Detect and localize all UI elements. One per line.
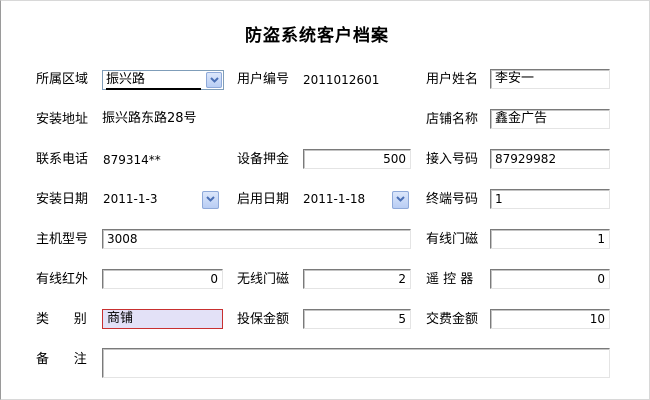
chevron-down-icon [210, 77, 219, 83]
insured-label: 投保金额 [237, 312, 290, 327]
shop-name-field[interactable]: 鑫金广告 [490, 109, 610, 129]
wireless-door-field[interactable]: 2 [303, 269, 411, 289]
district-value: 振兴路 [106, 72, 201, 90]
wired-ir-label: 有线红外 [36, 272, 89, 287]
wired-door-label: 有线门磁 [426, 232, 479, 247]
terminal-no-field[interactable]: 1 [490, 189, 610, 209]
deposit-field[interactable]: 500 [303, 149, 411, 169]
phone-value: 879314** [103, 153, 161, 167]
wireless-door-label: 无线门磁 [237, 272, 290, 287]
enable-date-label: 启用日期 [237, 192, 290, 207]
terminal-no-label: 终端号码 [426, 192, 479, 207]
host-model-label: 主机型号 [36, 232, 89, 247]
enable-date-dropdown-button[interactable] [392, 191, 409, 209]
district-combo[interactable]: 振兴路 [102, 70, 224, 90]
remark-field[interactable] [102, 348, 610, 378]
install-date-value: 2011-1-3 [103, 192, 158, 206]
access-no-label: 接入号码 [426, 152, 479, 167]
form-title: 防盗系统客户档案 [245, 26, 389, 46]
paid-label: 交费金额 [426, 312, 479, 327]
remark-label: 备 注 [36, 352, 87, 367]
user-id-label: 用户编号 [237, 72, 290, 87]
install-date-label: 安装日期 [36, 192, 89, 207]
deposit-label: 设备押金 [237, 152, 290, 167]
user-name-label: 用户姓名 [426, 72, 479, 87]
shop-name-label: 店铺名称 [426, 112, 479, 127]
address-label: 安装地址 [36, 112, 89, 127]
chevron-down-icon [206, 196, 215, 202]
user-name-field[interactable]: 李安一 [490, 69, 610, 89]
district-label: 所属区域 [36, 72, 89, 87]
host-model-field[interactable]: 3008 [102, 229, 411, 249]
insured-field[interactable]: 5 [303, 309, 411, 329]
enable-date-value: 2011-1-18 [303, 192, 366, 206]
category-label: 类 别 [36, 312, 87, 327]
district-dropdown-button[interactable] [206, 72, 222, 88]
remote-label: 遥 控 器 [426, 272, 474, 287]
user-id-value: 2011012601 [303, 73, 380, 87]
install-date-dropdown-button[interactable] [202, 191, 219, 209]
wired-ir-field[interactable]: 0 [102, 269, 223, 289]
chevron-down-icon [396, 196, 405, 202]
remote-field[interactable]: 0 [490, 269, 610, 289]
category-field[interactable]: 商铺 [102, 309, 223, 329]
phone-label: 联系电话 [36, 152, 89, 167]
access-no-field[interactable]: 87929982 [490, 149, 610, 169]
wired-door-field[interactable]: 1 [490, 229, 610, 249]
address-value: 振兴路东路28号 [102, 111, 197, 126]
customer-record-form: 防盗系统客户档案 所属区域 振兴路 用户编号 2011012601 用户姓名 李… [0, 0, 650, 400]
paid-field[interactable]: 10 [490, 309, 610, 329]
